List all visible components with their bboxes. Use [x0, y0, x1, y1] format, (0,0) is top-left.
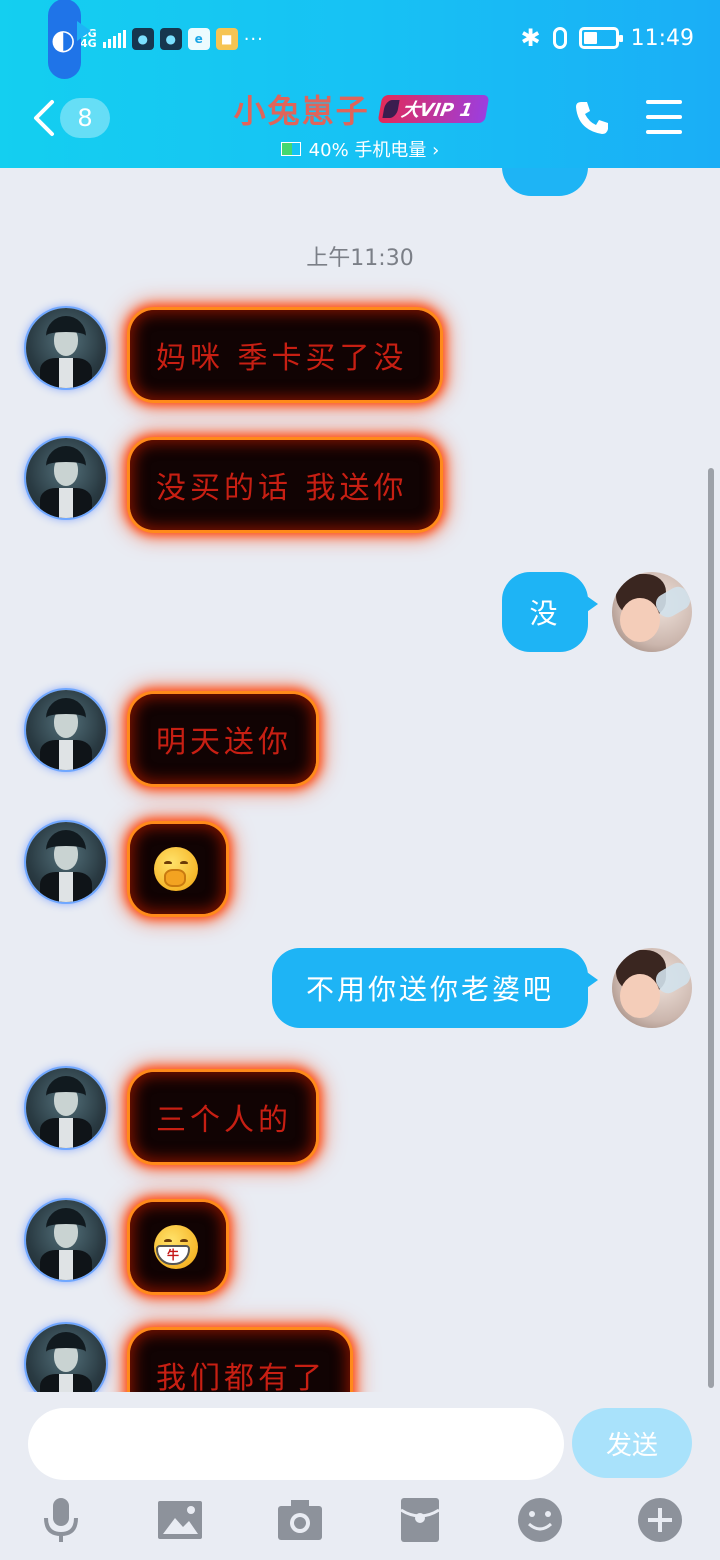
battery-icon — [280, 142, 301, 156]
message-text: 不用你送你老婆吧 — [305, 973, 554, 1006]
battery-icon — [578, 27, 623, 49]
camera-icon[interactable] — [275, 1496, 325, 1544]
chat-header: HD 5G4G ● ● e ■ ◐ ··· ✱ 11:49 8 小兔崽子 大VI… — [0, 0, 720, 168]
battery-level — [583, 32, 598, 44]
avatar[interactable] — [612, 572, 692, 652]
message-bubble[interactable]: 不用你送你老婆吧 — [272, 948, 598, 1028]
message-text: 明天送你 — [156, 725, 292, 760]
contact-info[interactable]: 小兔崽子 大VIP 1 40% 手机电量 › — [0, 86, 720, 162]
message-bubble[interactable] — [130, 824, 226, 914]
emoji-icon[interactable] — [515, 1496, 565, 1544]
red-packet-icon[interactable] — [395, 1496, 445, 1544]
microphone-status-icon — [552, 27, 567, 49]
avatar[interactable] — [26, 1068, 106, 1148]
input-bar: 发送 — [0, 1392, 720, 1560]
message-list[interactable]: 上午11:30 妈咪 季卡买了没 没买的话 我送你 没 明天送你 不用你送你老婆… — [0, 168, 720, 1392]
avatar[interactable] — [26, 822, 106, 902]
timestamp: 上午11:30 — [306, 246, 414, 271]
app-notification-icon: ● — [131, 28, 154, 50]
app-notification-icon: ◐ — [48, 0, 93, 79]
device-battery-text: 40% 手机电量 › — [308, 140, 440, 161]
phone-call-icon[interactable] — [572, 98, 612, 138]
avatar[interactable] — [26, 438, 106, 518]
message-bubble[interactable]: 没买的话 我送你 — [130, 440, 440, 530]
device-battery-status: 40% 手机电量 › — [280, 136, 440, 162]
message-bubble[interactable]: 明天送你 — [130, 694, 316, 784]
message-text: 三个人的 — [156, 1103, 292, 1138]
plus-icon[interactable] — [635, 1496, 685, 1544]
avatar[interactable] — [26, 690, 106, 770]
message-bubble-partial[interactable] — [502, 168, 588, 196]
clock: 11:49 — [630, 25, 694, 51]
message-bubble[interactable]: 妈咪 季卡买了没 — [130, 310, 440, 400]
more-notifications-icon: ··· — [243, 28, 264, 50]
message-text: 没 — [529, 597, 561, 630]
message-bubble[interactable]: 牛 — [130, 1202, 226, 1292]
app-notification-icon: ■ — [215, 28, 238, 50]
message-bubble[interactable]: 三个人的 — [130, 1072, 316, 1162]
avatar[interactable] — [26, 308, 106, 388]
image-icon[interactable] — [155, 1496, 205, 1544]
message-input[interactable] — [28, 1408, 564, 1480]
message-bubble[interactable]: 我们都有了 — [130, 1330, 350, 1392]
menu-icon[interactable] — [646, 100, 682, 134]
input-toolbar — [0, 1496, 720, 1546]
status-bar: HD 5G4G ● ● e ■ ◐ ··· ✱ 11:49 — [0, 0, 720, 82]
mic-icon[interactable] — [36, 1496, 86, 1544]
message-bubble[interactable]: 没 — [502, 572, 598, 652]
fan-emoji-icon: 牛 — [154, 1225, 198, 1269]
message-text: 我们都有了 — [156, 1361, 326, 1392]
avatar[interactable] — [612, 948, 692, 1028]
signal-icon — [102, 30, 126, 48]
avatar[interactable] — [26, 1324, 106, 1392]
send-button[interactable]: 发送 — [572, 1408, 692, 1478]
smirk-hand-emoji-icon — [154, 847, 198, 891]
app-notification-icon: ● — [159, 28, 182, 50]
message-text: 妈咪 季卡买了没 — [156, 341, 408, 376]
vip-badge: 大VIP 1 — [377, 95, 489, 123]
contact-name: 小兔崽子 — [233, 92, 370, 130]
avatar[interactable] — [26, 1200, 106, 1280]
bluetooth-icon: ✱ — [520, 24, 541, 52]
scrollbar[interactable] — [708, 468, 714, 1388]
app-notification-icon: e — [187, 28, 210, 50]
message-text: 没买的话 我送你 — [156, 471, 408, 506]
